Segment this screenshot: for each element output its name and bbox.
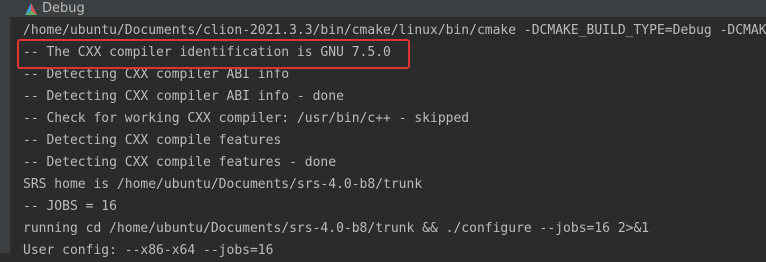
console-line: -- Detecting CXX compile features: [23, 133, 282, 148]
console-output[interactable]: /home/ubuntu/Documents/clion-2021.3.3/bi…: [23, 20, 766, 258]
console-line: -- Check for working CXX compiler: /usr/…: [23, 111, 470, 126]
run-tool-window-header: Debug: [10, 0, 766, 18]
cmake-triangle-icon: [25, 2, 37, 15]
console-line: running cd /home/ubuntu/Documents/srs-4.…: [23, 221, 650, 236]
console-line: /home/ubuntu/Documents/clion-2021.3.3/bi…: [23, 23, 766, 38]
console-line: -- The CXX compiler identification is GN…: [23, 45, 391, 60]
console-line: -- Detecting CXX compiler ABI info - don…: [23, 89, 344, 104]
console-line: -- Detecting CXX compiler ABI info: [23, 67, 290, 82]
console-line: -- JOBS = 16: [23, 199, 117, 214]
tab-debug[interactable]: Debug: [25, 0, 85, 17]
console-line: -- Detecting CXX compile features - done: [23, 155, 337, 170]
console-line: SRS home is /home/ubuntu/Documents/srs-4…: [23, 177, 423, 192]
tab-debug-label: Debug: [42, 1, 85, 16]
left-gutter: [0, 0, 11, 253]
console-line: User config: --x86-x64 --jobs=16: [23, 243, 274, 258]
